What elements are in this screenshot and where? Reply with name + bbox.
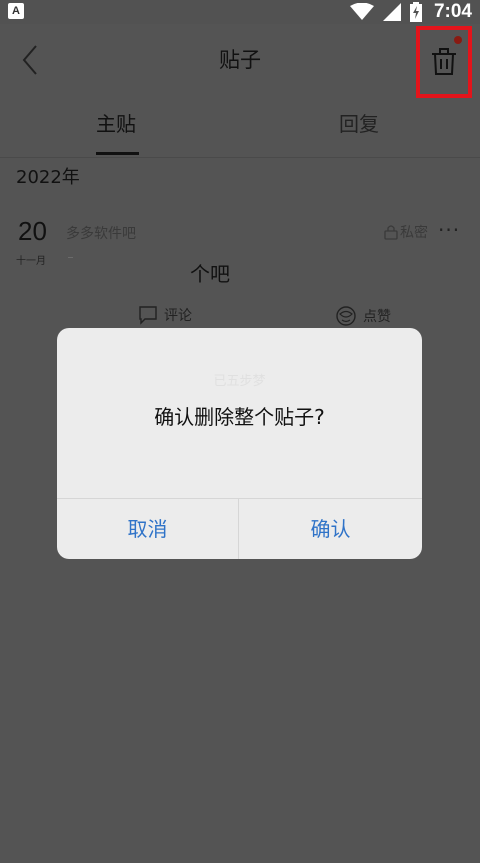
post-day: 20 bbox=[18, 216, 47, 246]
battery-charging-icon bbox=[409, 2, 422, 22]
more-options-button[interactable]: ··· bbox=[438, 218, 460, 242]
dialog-message: 确认删除整个贴子? bbox=[154, 405, 325, 429]
comment-label: 评论 bbox=[164, 308, 192, 324]
year-heading: 2022年 bbox=[16, 167, 80, 188]
lock-icon bbox=[384, 225, 398, 240]
post-forum-name[interactable]: 多多软件吧 bbox=[66, 223, 136, 243]
page-title: 贴子 bbox=[219, 48, 261, 72]
post-text[interactable]: 个吧 bbox=[190, 258, 230, 287]
tab-replies[interactable]: 回复 bbox=[339, 108, 379, 137]
clock: 7:04 bbox=[433, 1, 472, 22]
privacy-badge: 私密 bbox=[384, 222, 428, 242]
confirm-delete-dialog: 已五步梦 确认删除整个贴子? 取消 确认 bbox=[57, 328, 422, 559]
like-label: 点赞 bbox=[363, 309, 391, 325]
signal-icon bbox=[382, 3, 402, 21]
tab-bar: 主贴 回复 bbox=[0, 100, 480, 158]
cancel-button[interactable]: 取消 bbox=[57, 499, 238, 559]
app-notification-icon: A bbox=[8, 3, 24, 19]
status-icons: 7:04 bbox=[349, 0, 472, 24]
status-bar: A 7:04 bbox=[0, 0, 480, 24]
redacted-mark bbox=[68, 257, 73, 258]
confirm-button[interactable]: 确认 bbox=[239, 499, 422, 559]
notification-dot bbox=[454, 36, 462, 44]
delete-button[interactable] bbox=[416, 26, 472, 98]
trash-icon bbox=[432, 48, 456, 75]
like-icon bbox=[336, 306, 356, 326]
comment-button[interactable]: 评论 bbox=[138, 305, 192, 325]
comment-icon bbox=[139, 306, 157, 325]
active-tab-indicator bbox=[96, 152, 139, 155]
privacy-label: 私密 bbox=[400, 225, 428, 241]
like-button[interactable]: 点赞 bbox=[335, 305, 391, 327]
post-month: 十一月 bbox=[16, 256, 46, 267]
top-bar: 贴子 bbox=[0, 24, 480, 98]
dialog-background-text: 已五步梦 bbox=[213, 374, 266, 389]
wifi-icon bbox=[349, 3, 374, 21]
tab-main-post[interactable]: 主贴 bbox=[96, 108, 136, 137]
divider bbox=[0, 157, 480, 158]
post-actions: 评论 点赞 bbox=[0, 303, 480, 331]
